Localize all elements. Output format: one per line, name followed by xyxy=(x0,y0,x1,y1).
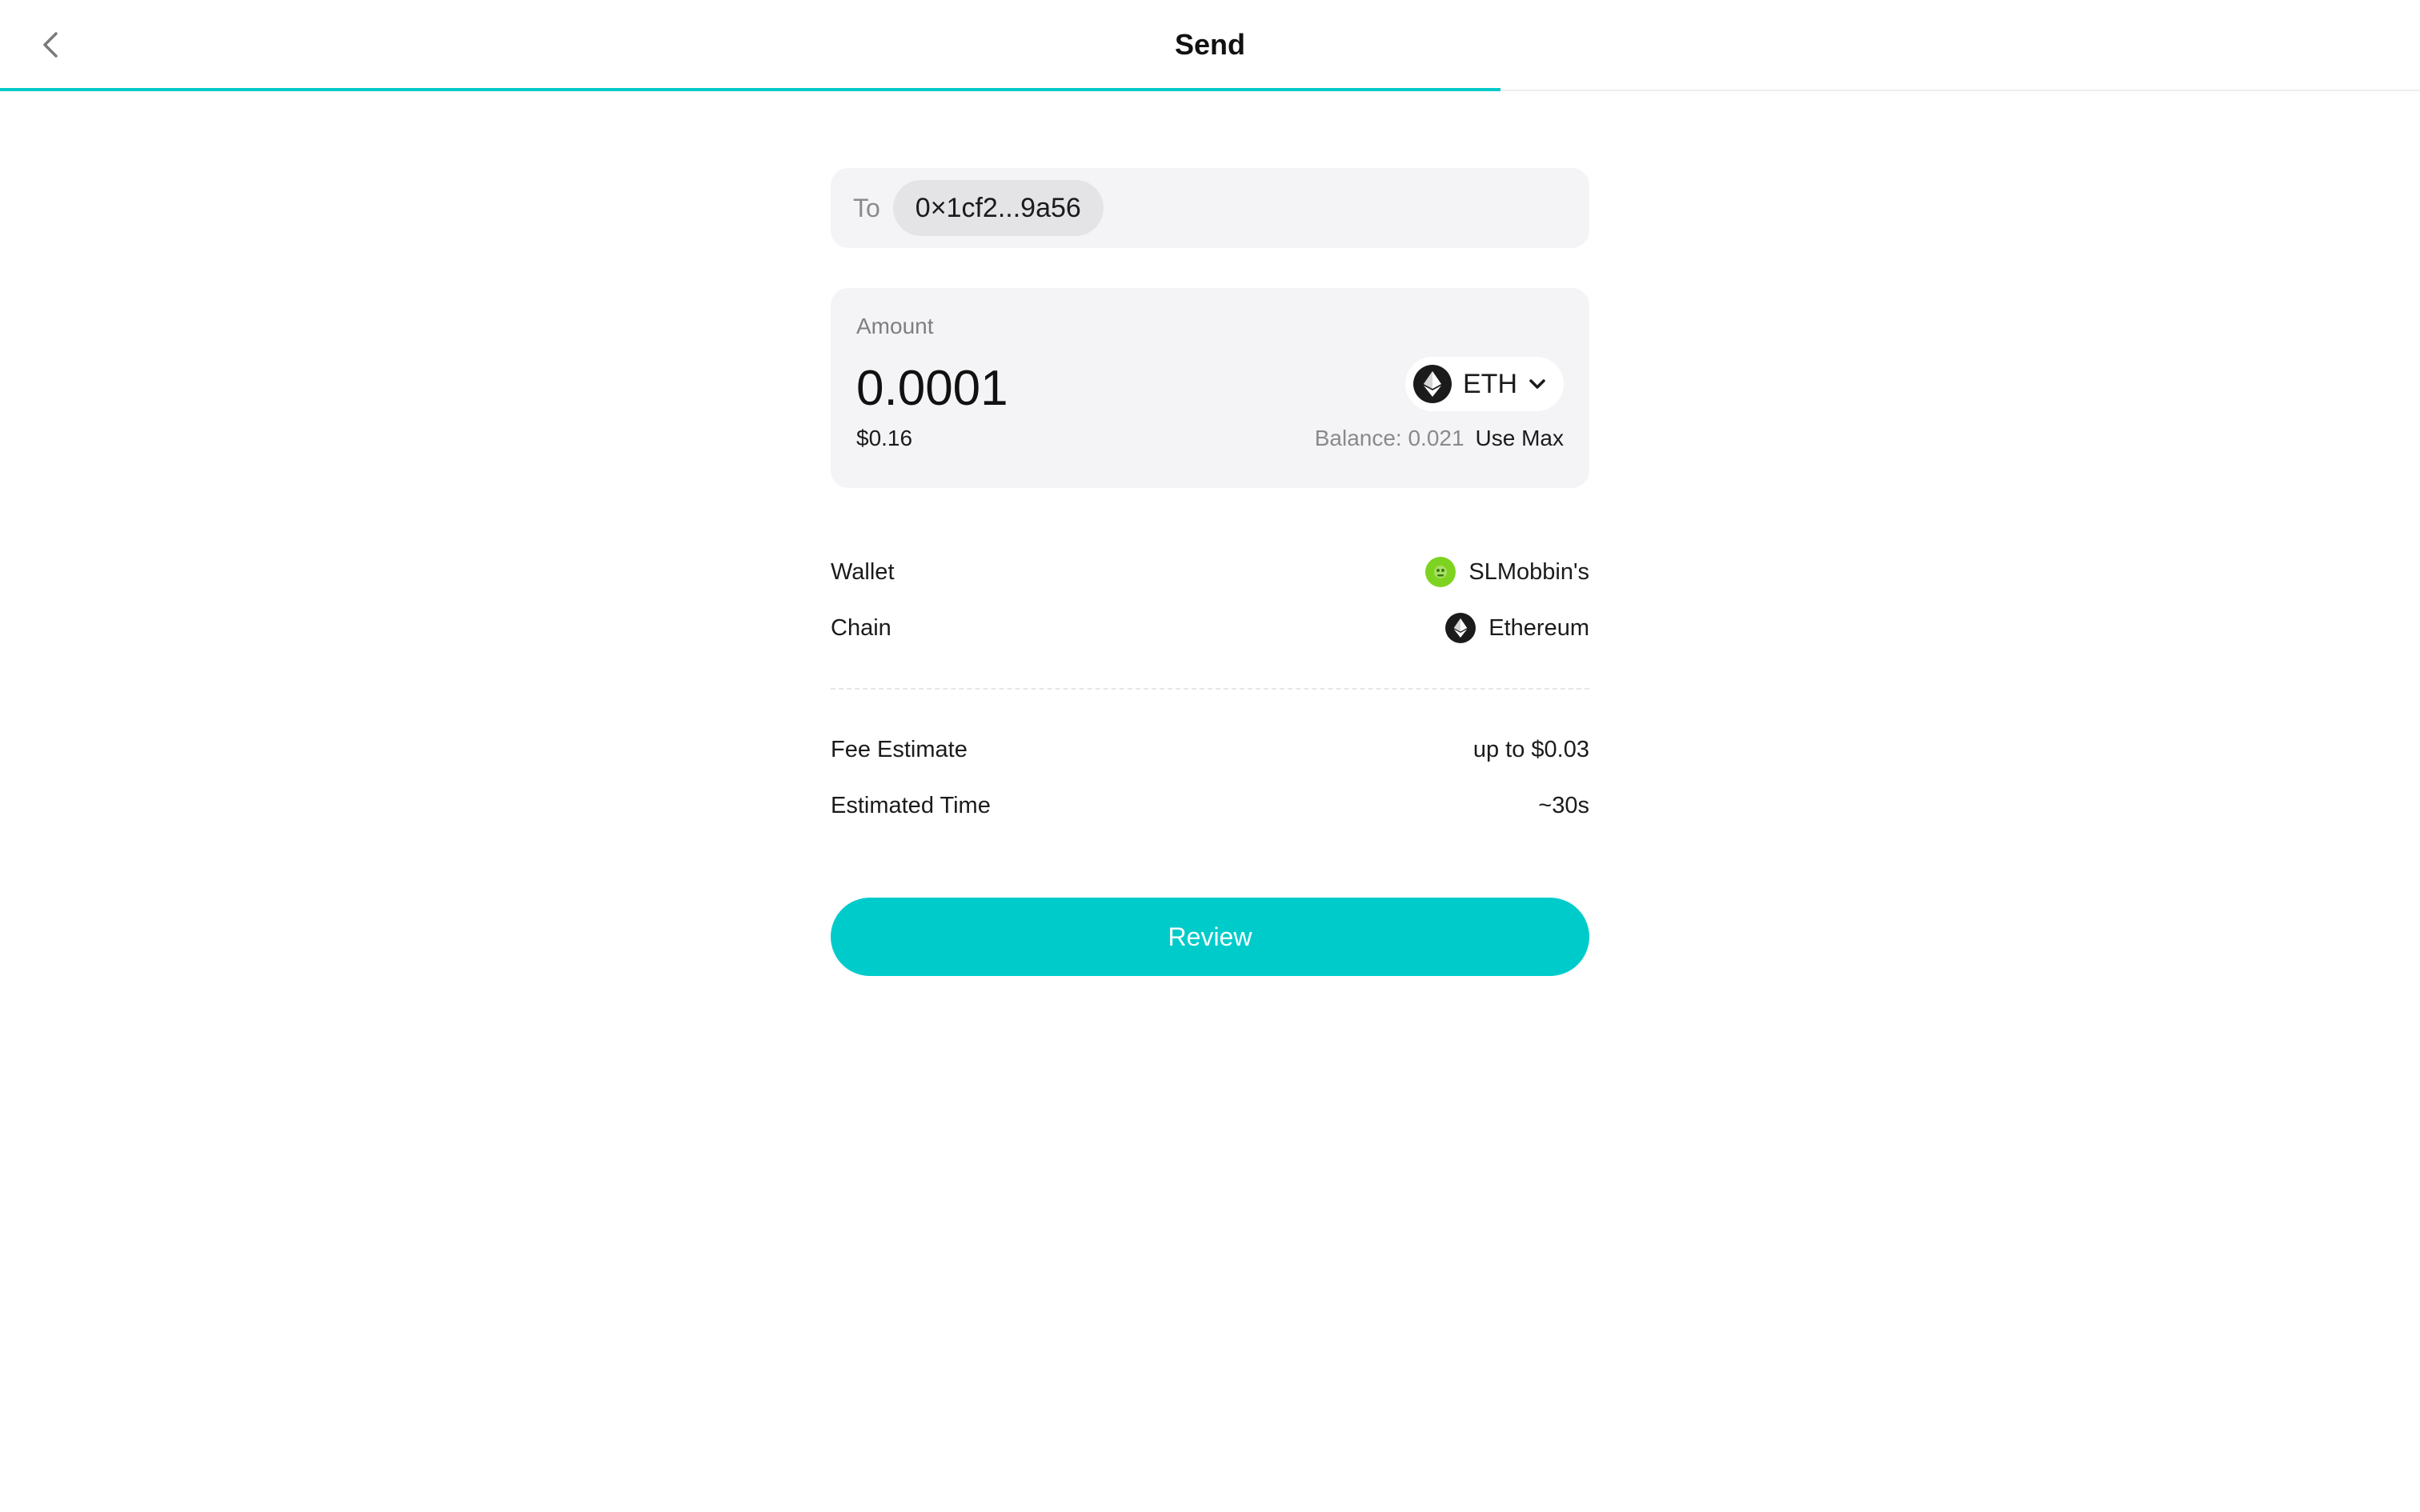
time-label: Estimated Time xyxy=(831,792,991,818)
wallet-avatar-icon xyxy=(1425,557,1456,587)
chain-row: Chain Ethereum xyxy=(831,600,1589,656)
ethereum-chain-icon xyxy=(1445,613,1476,643)
time-value: ~30s xyxy=(1538,792,1589,818)
fee-label: Fee Estimate xyxy=(831,736,968,762)
progress-bar xyxy=(0,88,2420,91)
chain-label: Chain xyxy=(831,614,891,641)
ethereum-icon xyxy=(1413,365,1452,403)
wallet-name: SLMobbin's xyxy=(1468,558,1589,585)
token-symbol: ETH xyxy=(1463,368,1517,399)
chain-value[interactable]: Ethereum xyxy=(1445,613,1589,643)
amount-label: Amount xyxy=(856,314,934,338)
amount-input[interactable]: 0.0001 xyxy=(856,357,1008,421)
fee-value: up to $0.03 xyxy=(1472,736,1589,762)
recipient-field[interactable]: To 0×1cf2...9a56 xyxy=(831,168,1589,248)
details-section: Wallet SLMobbin's Chain Ethereum Fee Est… xyxy=(831,544,1589,834)
fee-row: Fee Estimate up to $0.03 xyxy=(831,722,1589,778)
balance-row: Balance: 0.021 Use Max xyxy=(1315,426,1564,451)
time-row: Estimated Time ~30s xyxy=(831,778,1589,834)
amount-panel: Amount 0.0001 ETH $0.16 Balance: 0.021 U… xyxy=(831,288,1589,488)
page-title: Send xyxy=(1174,28,1245,61)
usd-value: $0.16 xyxy=(856,426,913,450)
chain-name: Ethereum xyxy=(1488,614,1589,641)
wallet-value[interactable]: SLMobbin's xyxy=(1425,557,1589,587)
recipient-label: To xyxy=(853,193,880,222)
send-screen: Send To 0×1cf2...9a56 Amount 0.0001 ETH xyxy=(0,0,2420,1512)
use-max-button[interactable]: Use Max xyxy=(1476,426,1564,451)
wallet-label: Wallet xyxy=(831,558,895,585)
recipient-address-chip[interactable]: 0×1cf2...9a56 xyxy=(892,180,1104,236)
send-form: To 0×1cf2...9a56 Amount 0.0001 ETH $0.16… xyxy=(831,168,1589,976)
chevron-down-icon xyxy=(1529,379,1545,389)
divider xyxy=(831,688,1589,690)
balance-text: Balance: 0.021 xyxy=(1314,426,1464,450)
header: Send xyxy=(0,0,2420,91)
wallet-row: Wallet SLMobbin's xyxy=(831,544,1589,600)
token-selector[interactable]: ETH xyxy=(1405,357,1564,411)
progress-fill xyxy=(0,88,1500,91)
review-button[interactable]: Review xyxy=(831,898,1589,976)
